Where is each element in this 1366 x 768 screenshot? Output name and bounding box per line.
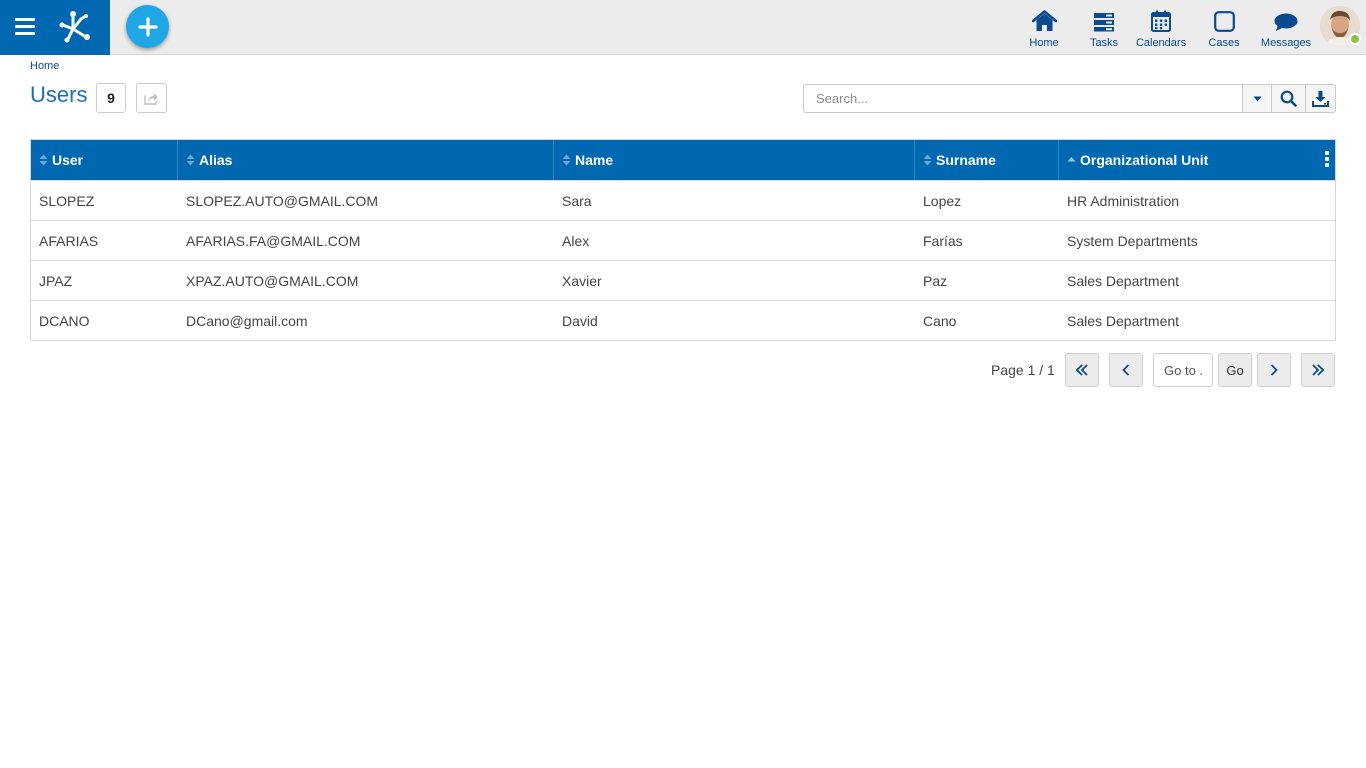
search-options-dropdown[interactable] — [1242, 84, 1272, 113]
search-icon — [1280, 90, 1297, 107]
logo-icon[interactable] — [56, 9, 92, 43]
nav-messages-label: Messages — [1260, 37, 1312, 49]
cell-surname: Cano — [923, 312, 957, 329]
cell-user: DCANO — [39, 312, 90, 329]
cell-name: David — [562, 312, 598, 329]
cell-organizational-unit: HR Administration — [1067, 192, 1180, 209]
column-header-organizational-unit[interactable]: Organizational Unit — [1059, 140, 1335, 180]
cell-surname: Farías — [923, 232, 963, 249]
caret-down-icon — [1253, 96, 1261, 101]
cell-alias: DCano@gmail.com — [186, 312, 308, 329]
sort-icon — [562, 154, 571, 166]
share-button[interactable] — [136, 83, 167, 113]
messages-icon — [1274, 13, 1298, 31]
go-button[interactable]: Go — [1218, 353, 1252, 387]
column-header-user[interactable]: User — [31, 140, 178, 180]
sort-icon — [39, 154, 48, 166]
column-header-label: Name — [575, 152, 614, 168]
calendar-icon — [1151, 10, 1171, 32]
share-icon — [144, 93, 158, 105]
column-header-label: Organizational Unit — [1080, 152, 1209, 168]
next-page-button[interactable] — [1257, 353, 1291, 387]
table-row[interactable]: DCANO DCano@gmail.com David Cano Sales D… — [31, 300, 1335, 340]
column-header-label: Alias — [199, 152, 233, 168]
sort-ascending-icon — [1067, 157, 1076, 162]
nav-cases[interactable]: Cases — [1206, 0, 1242, 55]
page-title: Users — [30, 82, 88, 107]
top-bar: Home Tasks Calendars Cases Messages — [0, 0, 1366, 55]
page-info: Page 1 / 1 — [991, 362, 1055, 378]
column-options-icon[interactable] — [1325, 151, 1329, 167]
cell-organizational-unit: Sales Department — [1067, 312, 1180, 329]
chevron-right-icon — [1270, 364, 1278, 376]
nav-home-label: Home — [1029, 37, 1059, 49]
nav-calendars-label: Calendars — [1135, 37, 1187, 49]
column-header-alias[interactable]: Alias — [178, 140, 554, 180]
breadcrumb[interactable]: Home — [30, 60, 59, 72]
table-row[interactable]: AFARIAS AFARIAS.FA@GMAIL.COM Alex Farías… — [31, 220, 1335, 260]
cell-organizational-unit: System Departments — [1067, 232, 1198, 249]
cell-user: JPAZ — [39, 272, 73, 289]
sort-icon — [923, 154, 932, 166]
nav-calendars[interactable]: Calendars — [1136, 0, 1186, 55]
sort-icon — [186, 154, 195, 166]
home-icon — [1031, 10, 1057, 31]
cell-organizational-unit: Sales Department — [1067, 272, 1180, 289]
cell-surname: Paz — [923, 272, 948, 289]
brand-area — [0, 0, 110, 55]
table-row[interactable]: JPAZ XPAZ.AUTO@GMAIL.COM Xavier Paz Sale… — [31, 260, 1335, 300]
search-button[interactable] — [1271, 84, 1306, 113]
cell-user: SLOPEZ — [39, 192, 95, 209]
column-header-label: User — [52, 152, 84, 168]
previous-page-button[interactable] — [1109, 353, 1143, 387]
double-chevron-left-icon — [1075, 364, 1088, 376]
column-header-name[interactable]: Name — [554, 140, 915, 180]
column-header-surname[interactable]: Surname — [915, 140, 1059, 180]
last-page-button[interactable] — [1301, 353, 1335, 387]
menu-icon[interactable] — [15, 18, 35, 36]
nav-cases-label: Cases — [1208, 37, 1240, 49]
table-row[interactable]: SLOPEZ SLOPEZ.AUTO@GMAIL.COM Sara Lopez … — [31, 180, 1335, 220]
nav-tasks[interactable]: Tasks — [1086, 0, 1122, 55]
tasks-icon — [1094, 13, 1114, 32]
cell-alias: AFARIAS.FA@GMAIL.COM — [186, 232, 361, 249]
record-count-badge: 9 — [96, 83, 126, 113]
cell-surname: Lopez — [923, 192, 962, 209]
export-button[interactable] — [1305, 84, 1336, 113]
chevron-left-icon — [1122, 364, 1130, 376]
cell-name: Sara — [562, 192, 592, 209]
cell-alias: SLOPEZ.AUTO@GMAIL.COM — [186, 192, 379, 209]
cell-name: Alex — [562, 232, 590, 249]
download-icon — [1312, 91, 1329, 107]
first-page-button[interactable] — [1065, 353, 1099, 387]
column-header-label: Surname — [936, 152, 996, 168]
grid-header: User Alias Name Surname Organizational U… — [31, 140, 1335, 180]
goto-page-input[interactable] — [1153, 353, 1213, 387]
cell-user: AFARIAS — [39, 232, 99, 249]
users-grid: User Alias Name Surname Organizational U… — [30, 139, 1336, 341]
nav-home[interactable]: Home — [1026, 0, 1062, 55]
cases-icon — [1213, 11, 1235, 32]
plus-icon — [137, 16, 158, 37]
double-chevron-right-icon — [1312, 364, 1325, 376]
nav-tasks-label: Tasks — [1089, 37, 1119, 49]
online-status-indicator — [1349, 33, 1361, 45]
cell-name: Xavier — [562, 272, 602, 289]
search-input[interactable] — [803, 84, 1271, 113]
cell-alias: XPAZ.AUTO@GMAIL.COM — [186, 272, 359, 289]
nav-messages[interactable]: Messages — [1260, 0, 1312, 55]
add-button[interactable] — [126, 5, 169, 48]
